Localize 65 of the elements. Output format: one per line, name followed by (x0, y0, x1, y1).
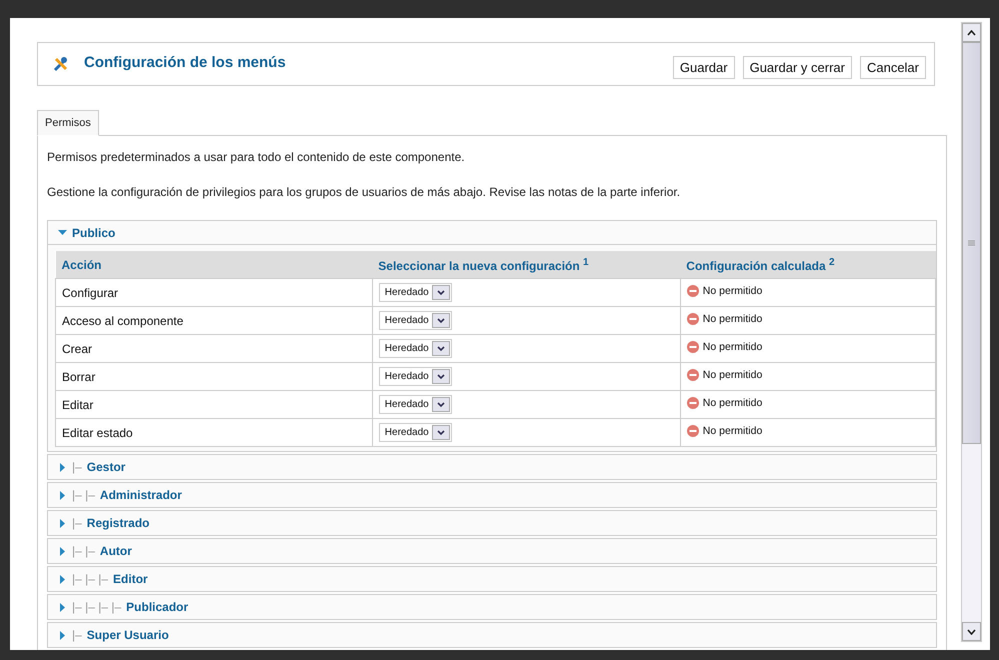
tree-prefix: |– (72, 628, 82, 642)
status-text: No permitido (702, 369, 762, 381)
table-cell: Borrar (56, 362, 372, 390)
group-name: Publicador (126, 600, 188, 614)
grip-icon (968, 240, 975, 246)
column-header: Acción (56, 251, 372, 278)
setting-select[interactable]: Heredado (378, 395, 452, 414)
group-name: Editor (113, 572, 148, 586)
group-header[interactable]: |– |– Autor (48, 539, 936, 563)
group-header[interactable]: |– Super Usuario (48, 623, 936, 647)
group-header[interactable]: |– |– Administrador (48, 483, 936, 507)
status-text: No permitido (702, 313, 762, 325)
tree-prefix: |– |– (72, 544, 95, 558)
status-text: No permitido (702, 341, 762, 353)
chevron-down-icon (436, 318, 445, 324)
chevron-down-icon (967, 628, 976, 634)
page-title: Configuración de los menús (84, 54, 287, 70)
status-text: No permitido (702, 285, 762, 297)
toolbar-button[interactable]: Guardar y cerrar (742, 56, 852, 78)
group-name: Publico (72, 226, 116, 240)
setting-select[interactable]: Heredado (378, 283, 452, 302)
scroll-thumb[interactable] (962, 42, 981, 444)
tree-prefix: |– |– |– |– (72, 600, 122, 614)
group-header[interactable]: |– Registrado (48, 511, 936, 535)
chevron-up-icon (967, 30, 976, 36)
table-cell: Editar estado (56, 418, 372, 446)
toolbar-button[interactable]: Guardar (672, 56, 735, 78)
group-header[interactable]: |– |– |– Editor (48, 567, 936, 591)
group-name: Registrado (86, 516, 150, 530)
setting-select[interactable]: Heredado (378, 367, 452, 386)
setting-select[interactable]: Heredado (378, 423, 452, 442)
table-cell: Configurar (56, 278, 372, 306)
chevron-down-icon (436, 402, 445, 408)
table-cell: Editar (56, 390, 372, 418)
column-header: Configuración calculada $^{2}$ (680, 251, 936, 278)
group-name: Super Usuario (86, 628, 169, 642)
setting-select[interactable]: Heredado (378, 311, 452, 330)
tree-prefix: |– |– |– (72, 572, 108, 586)
scroll-up-button[interactable] (962, 23, 981, 42)
tree-prefix: |– |– (72, 488, 95, 502)
chevron-down-icon (436, 374, 445, 380)
table-cell: Acceso al componente (56, 306, 372, 334)
scroll-down-button[interactable] (962, 622, 981, 641)
status-text: No permitido (702, 425, 762, 437)
scrollbar[interactable] (961, 22, 982, 642)
group-name: Administrador (100, 488, 182, 502)
chevron-down-icon (436, 430, 445, 436)
intro-text: Gestione la configuración de privilegios para los grupos de usuarios de más abajo. Revise las notas de la parte inferior. (47, 185, 682, 199)
group-name: Autor (100, 544, 132, 558)
toolbar-button[interactable]: Cancelar (860, 56, 926, 78)
tree-prefix: |– (72, 516, 82, 530)
setting-select[interactable]: Heredado (378, 339, 452, 358)
status-text: No permitido (702, 397, 762, 409)
table-cell: Crear (56, 334, 372, 362)
group-header[interactable]: Publico (48, 221, 936, 245)
chevron-down-icon (436, 290, 445, 296)
intro-text: Permisos predeterminados a usar para todo el contenido de este componente. (47, 150, 466, 164)
group-name: Gestor (86, 460, 126, 474)
chevron-down-icon (436, 346, 445, 352)
tools-icon (52, 55, 70, 73)
tree-prefix: |– (72, 460, 82, 474)
group-header[interactable]: |– Gestor (48, 455, 936, 479)
tab[interactable]: Permisos (37, 110, 99, 136)
column-header: Seleccionar la nueva configuración $^{1}$ (372, 251, 680, 278)
group-header[interactable]: |– |– |– |– Publicador (48, 595, 936, 619)
